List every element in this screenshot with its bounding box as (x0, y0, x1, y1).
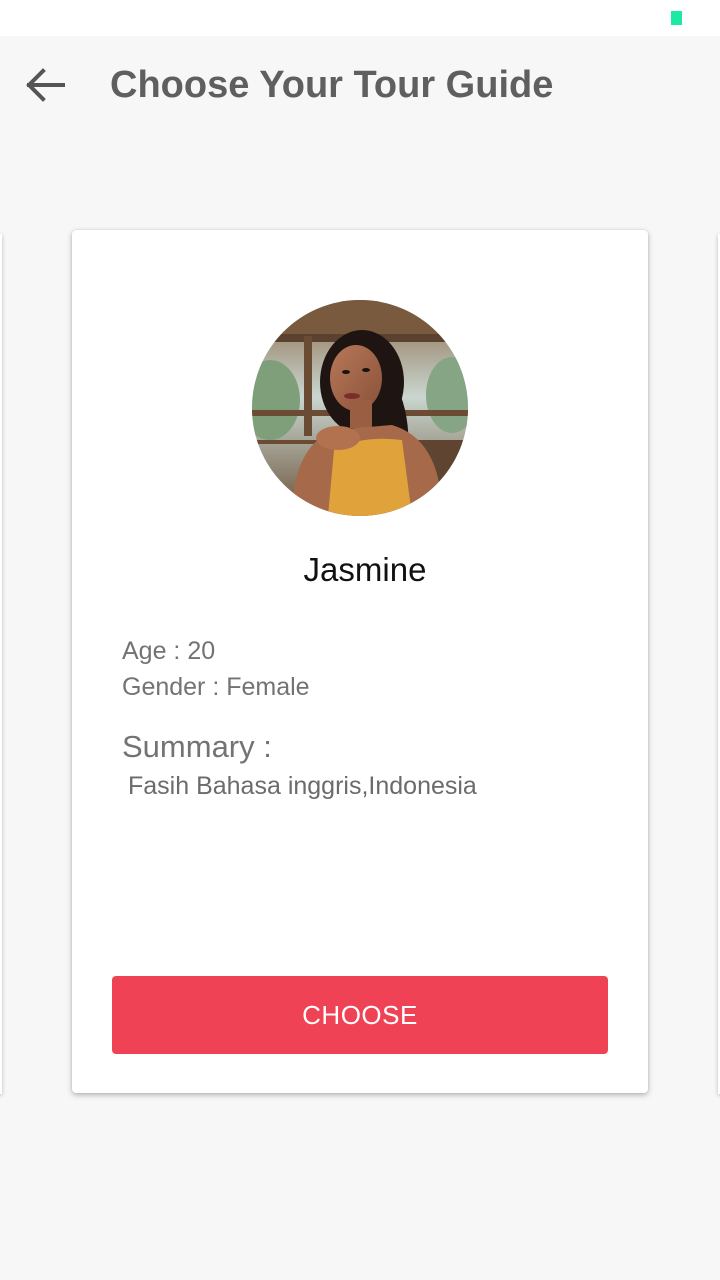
page-title: Choose Your Tour Guide (110, 64, 554, 106)
guide-card: Jasmine Age : 20 Gender : Female Summary… (72, 230, 648, 1093)
back-button[interactable] (18, 58, 72, 112)
status-indicator-icon (671, 11, 682, 25)
arrow-left-icon (26, 68, 65, 102)
top-app-bar: Choose Your Tour Guide (0, 36, 720, 132)
avatar (252, 300, 468, 516)
status-bar (0, 0, 720, 36)
previous-guide-card[interactable] (0, 234, 2, 1094)
guide-gender: Gender : Female (122, 673, 310, 701)
guide-age: Age : 20 (122, 637, 216, 665)
guide-name: Jasmine (303, 551, 427, 588)
summary-text: Fasih Bahasa inggris,Indonesia (128, 772, 477, 800)
choose-button[interactable]: CHOOSE (112, 976, 608, 1054)
summary-heading: Summary : (122, 729, 272, 764)
guide-photo (252, 300, 468, 516)
